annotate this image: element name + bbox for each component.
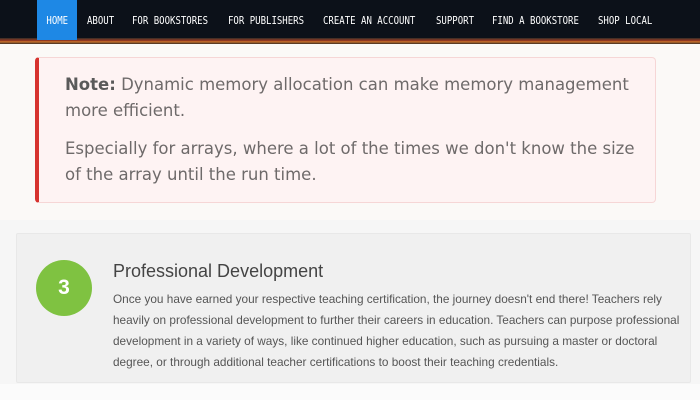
nav-item-home-label: HOME (46, 14, 68, 27)
nav-item-support[interactable]: SUPPORT (436, 0, 474, 40)
article-section: Note: Dynamic memory allocation can make… (0, 44, 700, 220)
nav-item-find-a-bookstore[interactable]: FIND A BOOKSTORE (492, 0, 579, 40)
nav-item-about[interactable]: ABOUT (87, 0, 114, 40)
step-number-badge: 3 (36, 260, 92, 316)
note-callout: Note: Dynamic memory allocation can make… (35, 57, 656, 203)
step-card: 3 Professional Development Once you have… (16, 233, 691, 383)
top-navigation-bar: HOME ABOUT FOR BOOKSTORES FOR PUBLISHERS… (0, 0, 700, 44)
nav-item-create-account[interactable]: CREATE AN ACCOUNT (323, 0, 415, 40)
note-paragraph-1: Note: Dynamic memory allocation can make… (65, 72, 635, 124)
step-description: Once you have earned your respective tea… (113, 292, 680, 369)
note-paragraph-2: Especially for arrays, where a lot of th… (65, 139, 635, 184)
nav-item-shop-local[interactable]: SHOP LOCAL (598, 0, 652, 40)
nav-item-for-bookstores[interactable]: FOR BOOKSTORES (132, 0, 208, 40)
note-text-1: Dynamic memory allocation can make memor… (65, 75, 629, 120)
nav-item-for-publishers[interactable]: FOR PUBLISHERS (228, 0, 304, 40)
nav-item-home[interactable]: HOME (37, 0, 77, 40)
page-bottom-strip (0, 384, 700, 400)
step-title: Professional Development (113, 261, 324, 281)
note-label: Note: (65, 75, 116, 94)
